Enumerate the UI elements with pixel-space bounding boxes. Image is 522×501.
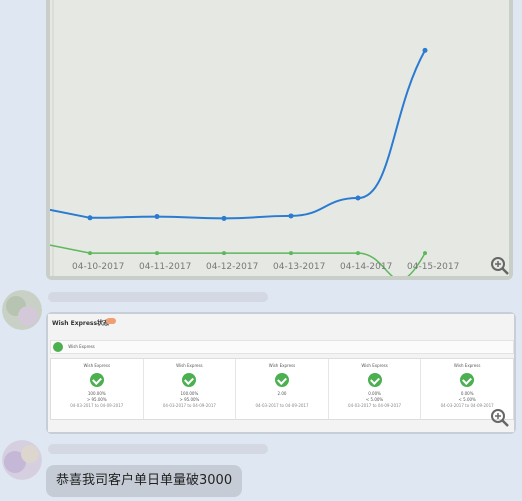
check-circle-icon [182, 373, 197, 387]
metric-column: Wish Express 0.00% < 5.00% 04-03-2017 to 04… [329, 359, 422, 419]
check-circle-icon [460, 373, 475, 387]
check-circle-icon [89, 373, 104, 387]
sender-name-blurred [48, 444, 268, 454]
zoom-in-icon[interactable] [490, 256, 510, 276]
metric-date-range: 04-03-2017 to 04-09-2017 [348, 403, 402, 408]
data-point-1-5 [423, 251, 427, 256]
x-tick-label: 04-15-2017 [407, 262, 459, 272]
data-point-0-4 [355, 195, 361, 201]
status-notice: Wish Express [50, 340, 514, 354]
metric-target: > 95.00% [86, 397, 107, 402]
chart-photo-message[interactable]: 04-10-2017 04-11-2017 04-12-2017 04-13-2017… [46, 0, 513, 280]
metric-target: > 95.00% [179, 397, 200, 402]
text-message-bubble[interactable]: 恭喜我司客户单日单量破3000 [46, 465, 243, 497]
metric-target: < 5.00% [365, 397, 384, 402]
data-point-0-2 [221, 215, 227, 221]
x-tick-label: 04-10-2017 [72, 262, 124, 272]
zoom-in-icon[interactable] [490, 408, 510, 428]
metric-title: Wish Express [361, 363, 388, 368]
metric-title: Wish Express [176, 363, 203, 368]
metric-date-range: 04-03-2017 to 04-09-2017 [255, 403, 309, 408]
wish-express-status-card: Wish Express状态 Wish Express Wish Express… [48, 314, 514, 432]
metric-value: 100.00% [87, 391, 106, 396]
metric-title: Wish Express [453, 363, 481, 368]
check-circle-icon [367, 373, 382, 387]
metric-value: 100.00% [180, 391, 199, 396]
metric-date-range: 04-03-2017 to 04-09-2017 [162, 403, 216, 408]
metric-title: Wish Express [268, 363, 296, 368]
data-point-0-3 [288, 213, 294, 219]
status-screenshot-message[interactable]: Wish Express状态 Wish Express Wish Express… [46, 312, 516, 434]
x-tick-label: 04-12-2017 [206, 262, 258, 272]
data-point-1-3 [289, 251, 293, 256]
data-point-0-5 [422, 47, 428, 53]
x-tick-label: 04-14-2017 [340, 262, 392, 272]
metric-column: Wish Express 100.00% > 95.00% 04-03-2017 to… [51, 359, 144, 419]
badge-icon [106, 318, 116, 324]
sender-name-blurred [48, 292, 268, 302]
data-point-1-2 [222, 251, 226, 256]
metric-column: Wish Express 2.00 04-03-2017 to 04-09-2017 [236, 359, 329, 419]
metric-value: 0.00% [368, 391, 381, 396]
metric-title: Wish Express [83, 363, 111, 368]
check-circle-icon [274, 373, 289, 387]
card-title: Wish Express状态 [52, 320, 110, 327]
metric-target: < 5.00% [458, 397, 476, 402]
series-line-0 [50, 49, 426, 220]
data-point-1-0 [88, 251, 92, 256]
data-point-0-0 [87, 215, 93, 221]
metric-value: 0.00% [460, 391, 474, 396]
chart-photo: 04-10-2017 04-11-2017 04-12-2017 04-13-2017… [50, 0, 509, 276]
metric-value: 2.00 [277, 391, 287, 396]
notice-text: Wish Express [68, 344, 95, 349]
metric-date-range: 04-03-2017 to 04-09-2017 [70, 403, 124, 408]
check-circle-icon [53, 342, 63, 352]
avatar[interactable] [2, 440, 42, 480]
data-point-0-1 [154, 214, 160, 220]
x-tick-label: 04-11-2017 [139, 262, 191, 272]
metrics-row: Wish Express 100.00% > 95.00% 04-03-2017 to… [50, 358, 514, 420]
x-tick-label: 04-13-2017 [273, 262, 325, 272]
avatar[interactable] [2, 290, 42, 330]
message-text: 恭喜我司客户单日单量破3000 [56, 473, 233, 488]
line-chart: 04-10-2017 04-11-2017 04-12-2017 04-13-2017… [50, 0, 459, 276]
data-point-1-1 [155, 251, 159, 256]
data-point-1-4 [356, 251, 360, 256]
metric-column: Wish Express 100.00% > 95.00% 04-03-2017 to… [144, 359, 237, 419]
